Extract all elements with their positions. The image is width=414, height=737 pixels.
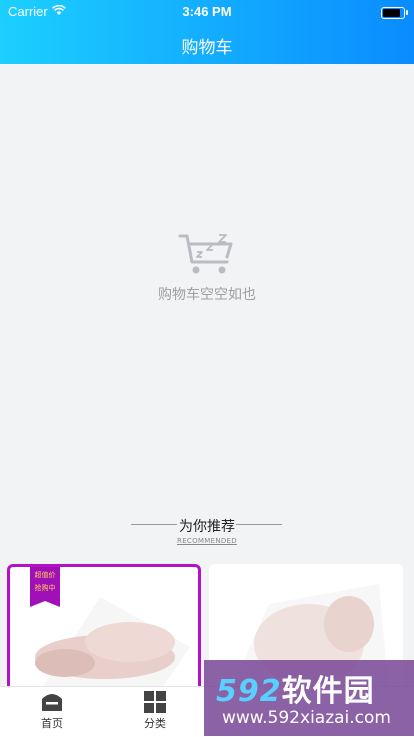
recommend-title: 为你推荐 <box>179 519 235 535</box>
grid-icon <box>144 691 166 713</box>
empty-cart-state: 购物车空空如也 <box>0 230 414 304</box>
divider-right <box>236 524 282 525</box>
battery-icon <box>381 7 408 19</box>
page-title: 购物车 <box>181 38 233 58</box>
product-card[interactable]: 超值价 抢购中 <box>7 564 201 694</box>
tab-category-label: 分类 <box>144 717 166 730</box>
watermark-url: www.592xiazai.com <box>222 708 391 728</box>
tab-home-label: 首页 <box>41 717 63 730</box>
watermark-logo: 592软件园 <box>216 674 375 709</box>
site-watermark: 592软件园 www.592xiazai.com <box>204 660 414 736</box>
empty-cart-sleeping-icon <box>178 234 233 274</box>
home-icon <box>42 694 62 711</box>
recommend-header: 为你推荐 RECOMMENDED <box>0 516 414 545</box>
header-bar: Carrier 3:46 PM 购物车 <box>0 0 414 64</box>
tab-home[interactable]: 首页 <box>12 691 92 731</box>
recommend-subtitle: RECOMMENDED <box>177 537 237 545</box>
empty-cart-message: 购物车空空如也 <box>158 287 256 303</box>
status-bar: Carrier 3:46 PM <box>0 2 414 22</box>
tab-category[interactable]: 分类 <box>115 691 195 731</box>
divider-left <box>131 524 177 525</box>
clock: 3:46 PM <box>182 4 232 19</box>
promo-badge: 超值价 抢购中 <box>30 567 60 607</box>
